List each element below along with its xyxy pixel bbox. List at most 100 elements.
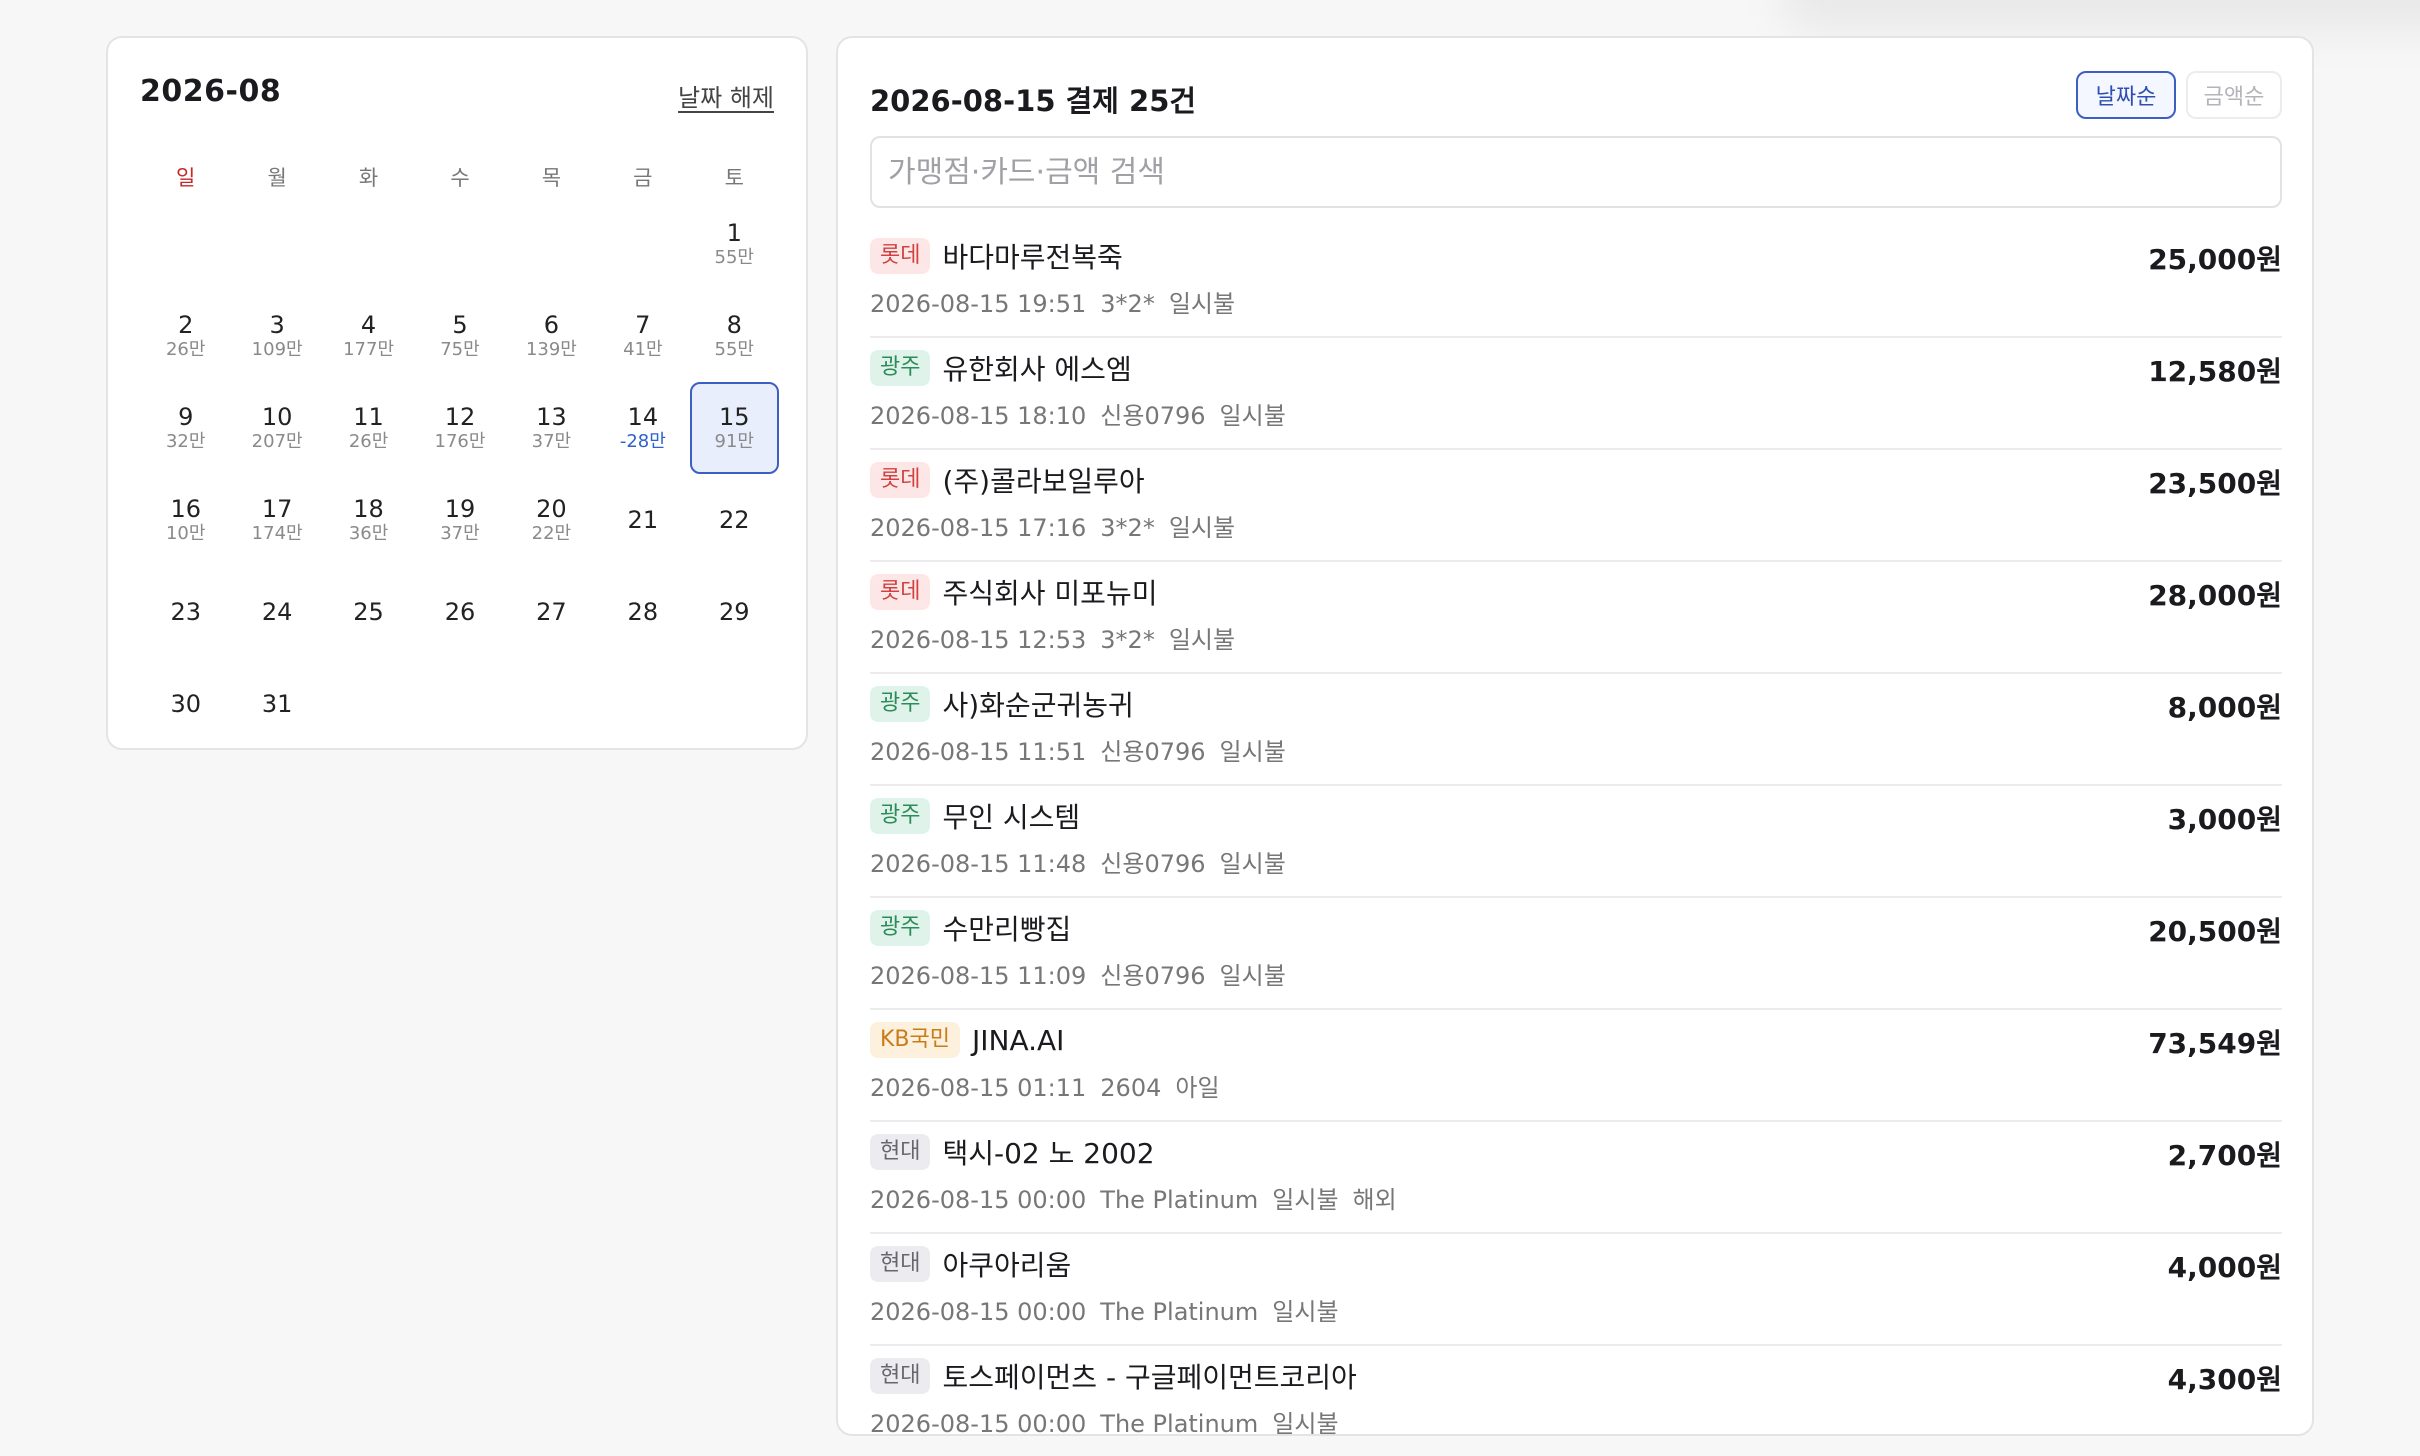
transaction-row[interactable]: 광주 유한회사 에스엠 2026-08-15 18:10 신용0796 일시불 12,58… xyxy=(870,338,2282,450)
calendar-day-13[interactable]: 13 37만 xyxy=(507,382,596,474)
day-number: 4 xyxy=(360,311,377,339)
day-number: 29 xyxy=(718,598,750,626)
card-company-badge: 롯데 xyxy=(870,574,931,610)
calendar-day-1[interactable]: 1 55만 xyxy=(690,198,779,290)
transaction-datetime: 2026-08-15 00:00 xyxy=(870,1410,1087,1438)
calendar-day-24[interactable]: 24 xyxy=(232,566,321,658)
transaction-header: KB국민 JINA.AI xyxy=(870,1020,1064,1060)
day-amount: 139만 xyxy=(525,339,577,360)
day-number: 17 xyxy=(261,495,293,523)
transaction-amount: 3,000원 xyxy=(2167,803,2282,836)
transaction-datetime: 2026-08-15 17:16 xyxy=(870,514,1087,542)
transaction-row[interactable]: 현대 아쿠아리움 2026-08-15 00:00 The Platinum 일시불 4,… xyxy=(870,1234,2282,1346)
calendar-day-31[interactable]: 31 xyxy=(232,658,321,750)
calendar-day-11[interactable]: 11 26만 xyxy=(324,382,413,474)
transaction-meta: 2026-08-15 12:53 3*2* 일시불 xyxy=(870,620,1249,655)
transaction-row[interactable]: 광주 무인 시스템 2026-08-15 11:48 신용0796 일시불 3,000원 xyxy=(870,786,2282,898)
calendar-day-4[interactable]: 4 177만 xyxy=(324,290,413,382)
transaction-header: 롯데 주식회사 미포뉴미 xyxy=(870,572,1157,612)
weekday-thu: 목 xyxy=(541,166,562,190)
calendar-day-9[interactable]: 9 32만 xyxy=(141,382,230,474)
calendar-day-30[interactable]: 30 xyxy=(141,658,230,750)
transaction-header: 롯데 바다마루전복죽 xyxy=(870,236,1123,276)
merchant-name: 수만리빵집 xyxy=(942,913,1072,946)
search-input[interactable] xyxy=(870,136,2282,208)
transaction-meta: 2026-08-15 11:09 신용0796 일시불 xyxy=(870,956,1300,991)
transaction-row[interactable]: 롯데 주식회사 미포뉴미 2026-08-15 12:53 3*2* 일시불 28,000… xyxy=(870,562,2282,674)
calendar-day-14[interactable]: 14 -28만 xyxy=(598,382,687,474)
calendar-day-12[interactable]: 12 176만 xyxy=(415,382,504,474)
card-company-badge: KB국민 xyxy=(870,1022,960,1058)
day-number: 9 xyxy=(178,403,194,431)
transaction-row[interactable]: KB국민 JINA.AI 2026-08-15 01:11 2604 아일 73,549원 xyxy=(870,1010,2282,1122)
merchant-name: 바다마루전복죽 xyxy=(942,241,1123,274)
day-number: 27 xyxy=(536,598,567,626)
calendar-day-17[interactable]: 17 174만 xyxy=(232,474,321,566)
calendar-day-10[interactable]: 10 207만 xyxy=(232,382,321,474)
day-number: 14 xyxy=(627,403,659,431)
calendar-day-21[interactable]: 21 xyxy=(598,474,687,566)
installment-type: 일시불 xyxy=(1219,738,1286,766)
day-number: 26 xyxy=(444,598,476,626)
transaction-row[interactable]: 롯데 바다마루전복죽 2026-08-15 19:51 3*2* 일시불 25,000원 xyxy=(870,226,2282,338)
card-number: 신용0796 xyxy=(1100,402,1206,430)
day-amount: 177만 xyxy=(343,339,395,360)
transaction-row[interactable]: 광주 사)화순군귀농귀 2026-08-15 11:51 신용0796 일시불 8,000… xyxy=(870,674,2282,786)
transaction-datetime: 2026-08-15 11:48 xyxy=(870,850,1087,878)
day-amount: 55만 xyxy=(714,247,754,268)
transaction-amount: 28,000원 xyxy=(2148,579,2282,612)
card-number: 3*2* xyxy=(1100,514,1155,542)
calendar-day-5[interactable]: 5 75만 xyxy=(415,290,504,382)
calendar-day-19[interactable]: 19 37만 xyxy=(415,474,504,566)
calendar-day-23[interactable]: 23 xyxy=(141,566,230,658)
day-number: 12 xyxy=(444,403,476,431)
calendar-day-18[interactable]: 18 36만 xyxy=(324,474,413,566)
calendar-empty-cell xyxy=(415,198,504,290)
calendar-day-28[interactable]: 28 xyxy=(598,566,687,658)
transaction-list: 롯데 바다마루전복죽 2026-08-15 19:51 3*2* 일시불 25,000원 광… xyxy=(870,226,2282,1456)
clear-date-link[interactable]: 날짜 해제 xyxy=(678,78,774,113)
day-amount: 37만 xyxy=(531,431,572,452)
installment-type: 아일 xyxy=(1175,1074,1220,1102)
calendar-day-26[interactable]: 26 xyxy=(415,566,504,658)
sort-by-date-button[interactable]: 날짜순 xyxy=(2076,71,2176,119)
transaction-amount: 4,300원 xyxy=(2167,1363,2282,1396)
calendar-day-3[interactable]: 3 109만 xyxy=(232,290,321,382)
transaction-row[interactable]: 롯데 (주)콜라보일루아 2026-08-15 17:16 3*2* 일시불 23,500… xyxy=(870,450,2282,562)
calendar-day-29[interactable]: 29 xyxy=(690,566,779,658)
day-number: 22 xyxy=(718,506,750,534)
day-amount: 207만 xyxy=(251,431,303,452)
merchant-name: 아쿠아리움 xyxy=(942,1249,1072,1282)
transaction-datetime: 2026-08-15 00:00 xyxy=(870,1298,1087,1326)
day-number: 5 xyxy=(452,311,468,339)
calendar-day-25[interactable]: 25 xyxy=(324,566,413,658)
transaction-amount: 4,000원 xyxy=(2167,1251,2282,1284)
calendar-day-27[interactable]: 27 xyxy=(507,566,596,658)
calendar-day-20[interactable]: 20 22만 xyxy=(507,474,596,566)
transaction-datetime: 2026-08-15 11:51 xyxy=(870,738,1087,766)
day-number: 18 xyxy=(353,495,384,523)
calendar-day-2[interactable]: 2 26만 xyxy=(141,290,230,382)
day-number: 3 xyxy=(269,311,285,339)
transaction-row[interactable]: 현대 택시-02 노 2002 2026-08-15 00:00 The Platin… xyxy=(870,1122,2282,1234)
weekday-sat: 토 xyxy=(724,166,744,190)
calendar-day-16[interactable]: 16 10만 xyxy=(141,474,230,566)
calendar-day-6[interactable]: 6 139만 xyxy=(507,290,596,382)
day-number: 2 xyxy=(178,311,194,339)
card-company-badge: 광주 xyxy=(870,350,931,386)
transaction-datetime: 2026-08-15 19:51 xyxy=(870,290,1087,318)
installment-type: 일시불 xyxy=(1168,514,1236,542)
calendar-day-15[interactable]: 15 91만 xyxy=(689,382,779,474)
installment-type: 일시불 xyxy=(1272,1410,1339,1438)
transaction-amount: 12,580원 xyxy=(2148,355,2282,388)
calendar-day-22[interactable]: 22 xyxy=(690,474,779,566)
day-number: 10 xyxy=(261,403,293,431)
calendar-day-7[interactable]: 7 41만 xyxy=(598,290,687,382)
day-amount: 176만 xyxy=(434,431,486,452)
transaction-meta: 2026-08-15 17:16 3*2* 일시불 xyxy=(870,508,1249,543)
calendar-day-8[interactable]: 8 55만 xyxy=(690,290,779,382)
sort-by-amount-button[interactable]: 금액순 xyxy=(2186,71,2282,119)
transaction-row[interactable]: 광주 수만리빵집 2026-08-15 11:09 신용0796 일시불 20,500원 xyxy=(870,898,2282,1010)
transaction-amount: 23,500원 xyxy=(2148,467,2282,500)
transaction-row[interactable]: 현대 토스페이먼츠 - 구글페이먼트코리아 2026-08-15 00:00 The … xyxy=(870,1346,2282,1456)
